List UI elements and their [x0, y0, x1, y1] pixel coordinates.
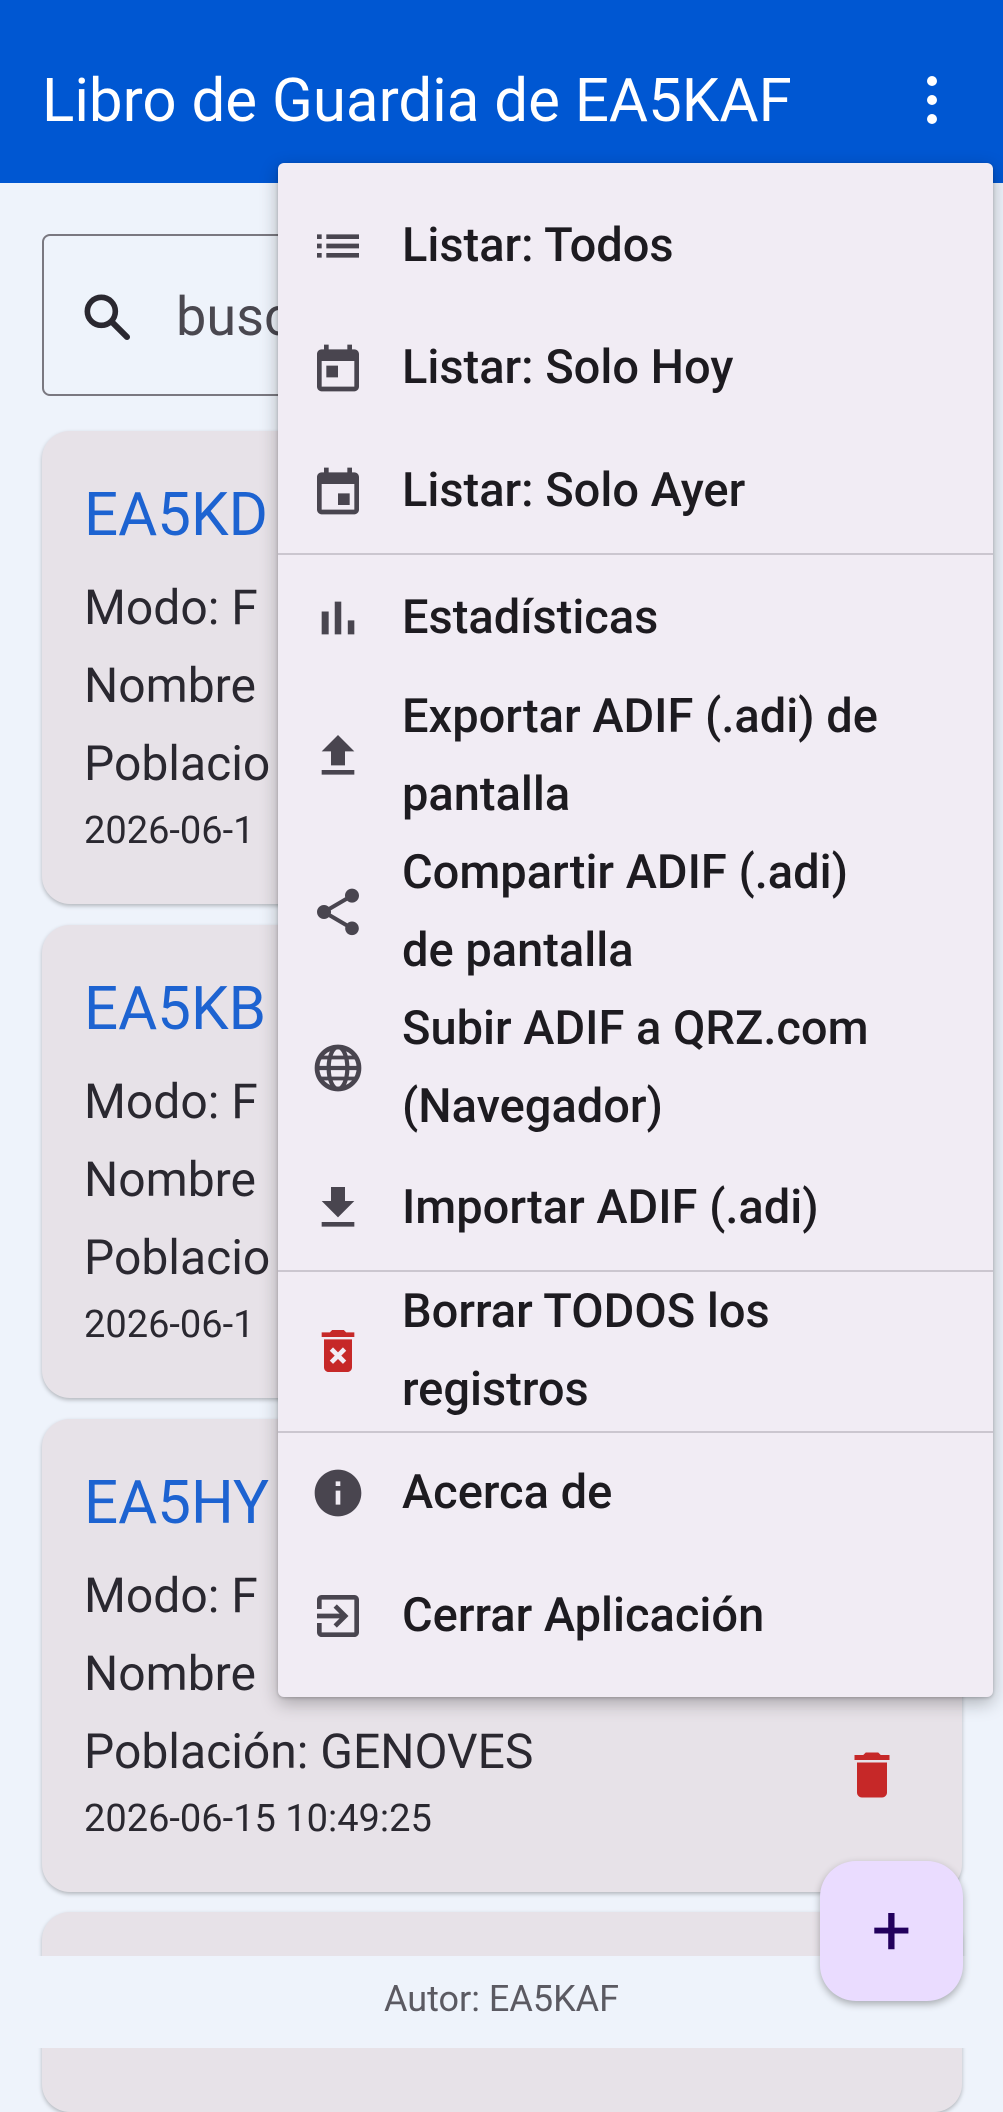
menu-divider — [278, 1270, 993, 1272]
menu-item-label: Listar: Solo Hoy — [402, 340, 734, 395]
card-date: 2026-06-1 — [84, 1303, 255, 1347]
menu-item-label-line1: Borrar TODOS los — [402, 1284, 770, 1339]
card-date: 2026-06-15 10:49:25 — [84, 1797, 432, 1841]
info-icon — [314, 1469, 362, 1517]
app-title: Libro de Guardia de EA5KAF — [42, 65, 792, 136]
menu-item-about[interactable]: Acerca de — [278, 1454, 993, 1532]
menu-item-label-line1: Subir ADIF a QRZ.com — [402, 1001, 869, 1056]
app-bar: Libro de Guardia de EA5KAF — [0, 0, 1003, 183]
list-icon — [317, 234, 359, 258]
card-date: 2026-06-1 — [84, 809, 255, 853]
menu-item-upload-qrz[interactable]: Subir ADIF a QRZ.com (Navegador) — [278, 990, 993, 1146]
menu-item-label-line1: Exportar ADIF (.adi) de — [402, 689, 878, 744]
menu-item-label: Listar: Todos — [402, 218, 674, 273]
card-location: Poblacio — [84, 1229, 271, 1286]
card-name: Nombre — [84, 657, 256, 714]
card-mode: Modo: F — [84, 579, 258, 636]
calendar-today-icon — [317, 344, 359, 392]
search-icon — [84, 294, 131, 341]
share-icon — [317, 888, 359, 936]
exit-icon — [317, 1595, 359, 1637]
overflow-menu: Listar: Todos Listar: Solo Hoy Listar: S… — [278, 163, 993, 1697]
card-name: Nombre — [84, 1645, 256, 1702]
menu-item-label-line2: registros — [402, 1362, 589, 1417]
bar-chart-icon — [321, 601, 355, 635]
card-mode: Modo: F — [84, 1567, 258, 1624]
menu-item-list-all[interactable]: Listar: Todos — [278, 207, 993, 285]
menu-item-label: Importar ADIF (.adi) — [402, 1180, 819, 1235]
menu-item-list-yesterday[interactable]: Listar: Solo Ayer — [278, 452, 993, 530]
download-icon — [321, 1187, 355, 1227]
card-callsign[interactable]: EA5KB — [84, 973, 266, 1044]
menu-item-label: Estadísticas — [402, 590, 659, 645]
calendar-yesterday-icon — [317, 467, 359, 515]
add-entry-button[interactable]: + — [820, 1861, 963, 2001]
menu-divider — [278, 1431, 993, 1433]
menu-item-label-line2: de pantalla — [402, 923, 634, 978]
menu-item-export-adif[interactable]: Exportar ADIF (.adi) de pantalla — [278, 678, 993, 834]
menu-item-label: Acerca de — [402, 1465, 613, 1520]
overflow-menu-icon[interactable] — [910, 72, 954, 128]
menu-item-close-app[interactable]: Cerrar Aplicación — [278, 1577, 993, 1655]
delete-icon[interactable] — [842, 1745, 902, 1805]
card-name: Nombre — [84, 1151, 256, 1208]
card-location: Población: GENOVES — [84, 1723, 534, 1780]
card-callsign[interactable]: EA5HY — [84, 1467, 269, 1538]
delete-forever-icon — [321, 1330, 355, 1372]
menu-item-list-today[interactable]: Listar: Solo Hoy — [278, 329, 993, 407]
menu-item-import-adif[interactable]: Importar ADIF (.adi) — [278, 1169, 993, 1247]
menu-item-label-line1: Compartir ADIF (.adi) — [402, 845, 849, 900]
menu-item-delete-all[interactable]: Borrar TODOS los registros — [278, 1273, 993, 1429]
globe-icon — [314, 1044, 362, 1092]
card-callsign[interactable]: EA5KD — [84, 479, 268, 550]
upload-icon — [321, 735, 355, 775]
menu-item-label-line2: (Navegador) — [402, 1079, 663, 1134]
menu-item-statistics[interactable]: Estadísticas — [278, 579, 993, 657]
menu-item-label-line2: pantalla — [402, 767, 571, 822]
menu-item-share-adif[interactable]: Compartir ADIF (.adi) de pantalla — [278, 834, 993, 990]
add-icon: + — [871, 1890, 912, 1972]
menu-item-label: Cerrar Aplicación — [402, 1588, 765, 1643]
menu-item-label: Listar: Solo Ayer — [402, 463, 746, 518]
card-location: Poblacio — [84, 735, 271, 792]
menu-divider — [278, 553, 993, 555]
card-mode: Modo: F — [84, 1073, 258, 1130]
